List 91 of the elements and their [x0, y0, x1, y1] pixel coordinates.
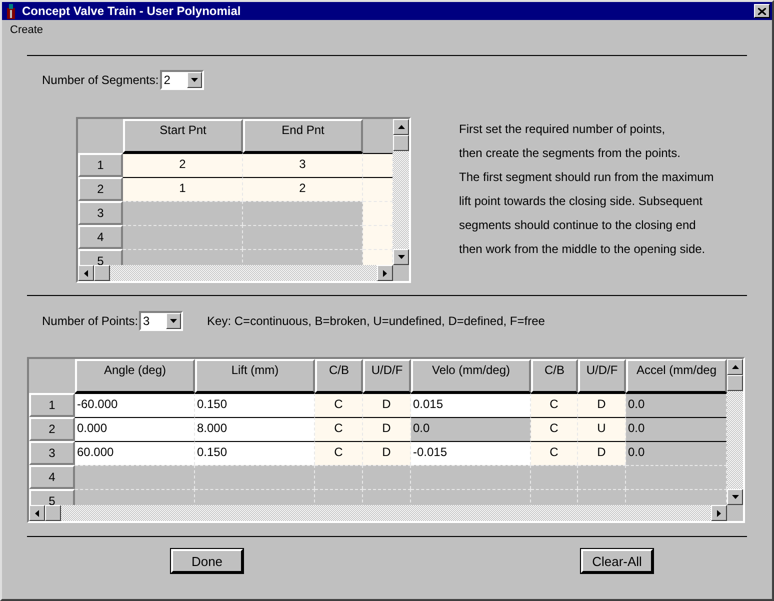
table-cell[interactable]: 0.000 [75, 417, 195, 441]
triangle-left-icon [35, 510, 39, 516]
instruction-text: lift point towards the closing side. Subsequent [459, 193, 704, 210]
row-header[interactable]: 2 [78, 177, 123, 201]
field-label: Number of Points: [42, 314, 138, 328]
instruction-text: then create the segments from the points. [459, 145, 682, 162]
table-cell[interactable]: 3 [243, 153, 363, 177]
scroll-up-button[interactable] [727, 359, 743, 375]
table-cell[interactable]: D [363, 393, 411, 417]
row-header[interactable]: 2 [29, 417, 75, 441]
table-cell[interactable]: 0.015 [411, 393, 531, 417]
scroll-thumb[interactable] [94, 265, 110, 281]
scroll-thumb[interactable] [393, 135, 409, 151]
table-cell[interactable]: C [315, 393, 363, 417]
row-header[interactable]: 4 [29, 465, 75, 489]
scroll-left-button[interactable] [29, 505, 45, 521]
points-dropdown[interactable]: 3 [139, 311, 184, 331]
column-header[interactable]: C/B [315, 359, 363, 393]
row-header[interactable]: 5 [78, 249, 123, 265]
table-cell[interactable]: D [578, 393, 626, 417]
table-cell[interactable]: U [578, 417, 626, 441]
caret-down-icon [170, 319, 178, 323]
table-cell[interactable]: 60.000 [75, 441, 195, 465]
instruction-text: The first segment should run from the maximum [459, 169, 714, 186]
column-header[interactable]: Lift (mm) [195, 359, 315, 393]
row-header[interactable]: 3 [78, 201, 123, 225]
table-cell[interactable]: 8.000 [195, 417, 315, 441]
done-button[interactable]: Done [171, 549, 243, 573]
table-cell[interactable]: -60.000 [75, 393, 195, 417]
row-header[interactable]: 1 [78, 153, 123, 177]
scroll-right-button[interactable] [377, 265, 393, 281]
column-header[interactable]: C/B [531, 359, 578, 393]
triangle-down-icon [732, 495, 738, 499]
instruction-text: segments should continue to the closing end [459, 217, 697, 234]
scroll-left-button[interactable] [78, 265, 94, 281]
table-cell[interactable]: 2 [243, 177, 363, 201]
scroll-down-button[interactable] [393, 249, 409, 265]
table-cell[interactable]: 0.0 [411, 417, 531, 441]
vertical-scrollbar[interactable] [393, 119, 409, 265]
clear-all-button[interactable]: Clear-All [581, 549, 653, 573]
row-header[interactable]: 3 [29, 441, 75, 465]
table-cell[interactable]: 1 [123, 177, 243, 201]
triangle-right-icon [717, 510, 721, 516]
table-cell[interactable] [363, 153, 393, 177]
close-button[interactable] [754, 4, 770, 18]
table-cell[interactable]: D [363, 417, 411, 441]
table-cell[interactable]: 2 [123, 153, 243, 177]
column-header[interactable]: Accel (mm/deg [626, 359, 727, 393]
column-header[interactable]: End Pnt [243, 119, 363, 153]
triangle-down-icon [398, 255, 404, 259]
table-cell[interactable]: D [363, 441, 411, 465]
triangle-up-icon [732, 365, 738, 369]
vertical-scrollbar[interactable] [727, 359, 743, 505]
row-header[interactable]: 4 [78, 225, 123, 249]
row-header[interactable]: 5 [29, 489, 75, 505]
column-header[interactable]: Velo (mm/deg) [411, 359, 531, 393]
key-text: Key: C=continuous, B=broken, U=undefined, D=defined, F=free [207, 314, 545, 328]
triangle-left-icon [84, 270, 88, 276]
column-header[interactable]: U/D/F [578, 359, 626, 393]
column-header[interactable]: U/D/F [363, 359, 411, 393]
table-cell[interactable]: 0.0 [626, 417, 727, 441]
table-cell[interactable]: -0.015 [411, 441, 531, 465]
table-cell[interactable]: 0.150 [195, 441, 315, 465]
table-cell[interactable]: 0.0 [626, 441, 727, 465]
instruction-text: First set the required number of points, [459, 121, 666, 138]
field-label: Number of Segments: [42, 73, 159, 87]
column-header[interactable]: Start Pnt [123, 119, 243, 153]
table-cell[interactable]: C [531, 393, 578, 417]
table-cell[interactable]: C [315, 441, 363, 465]
table-cell[interactable]: 0.0 [626, 393, 727, 417]
segments-dropdown[interactable]: 2 [160, 70, 204, 90]
row-header[interactable]: 1 [29, 393, 75, 417]
triangle-right-icon [383, 270, 387, 276]
table-cell[interactable]: C [315, 417, 363, 441]
scroll-thumb[interactable] [727, 375, 743, 391]
scroll-right-button[interactable] [711, 505, 727, 521]
scroll-thumb[interactable] [45, 505, 61, 521]
column-header[interactable]: Angle (deg) [75, 359, 195, 393]
table-cell[interactable]: C [531, 417, 578, 441]
scroll-down-button[interactable] [727, 489, 743, 505]
triangle-up-icon [398, 125, 404, 129]
table-cell[interactable]: D [578, 441, 626, 465]
scroll-up-button[interactable] [393, 119, 409, 135]
caret-down-icon [190, 78, 198, 82]
instruction-text: then work from the middle to the opening side. [459, 241, 706, 258]
table-cell[interactable]: 0.150 [195, 393, 315, 417]
menu-item[interactable]: Create [10, 24, 44, 36]
table-cell[interactable] [363, 177, 393, 201]
close-icon [758, 8, 766, 14]
window-title: Concept Valve Train - User Polynomial [22, 4, 242, 18]
table-cell[interactable]: C [531, 441, 578, 465]
